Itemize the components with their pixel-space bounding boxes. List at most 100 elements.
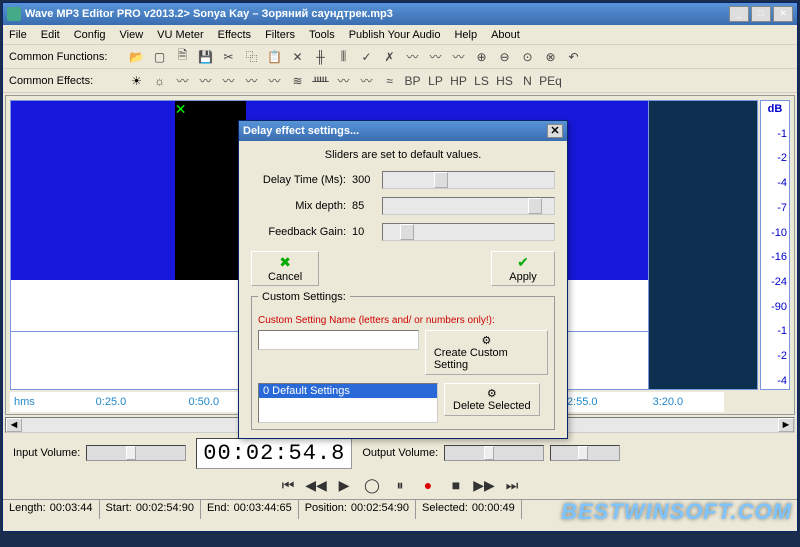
check-icon[interactable]: ✓ [359,49,374,64]
record-button[interactable]: ● [419,476,437,494]
filter-n[interactable]: N [520,73,535,88]
output-volume-slider[interactable] [444,445,544,461]
zoomin-icon[interactable]: ⊕ [474,49,489,64]
filter-hs[interactable]: HS [497,73,512,88]
titlebar[interactable]: Wave MP3 Editor PRO v2013.2> Sonya Kay –… [3,3,797,25]
effect10-icon[interactable]: 〰 [336,73,351,88]
effect4-icon[interactable]: 〰 [198,73,213,88]
playback-controls: ⏮ ◀◀ ▶ ◯ ⏸ ● ■ ▶▶ ⏭ [3,471,797,499]
create-custom-button[interactable]: ⚙ Create Custom Setting [425,330,548,375]
scroll-left-button[interactable]: ◄ [6,418,22,432]
cut-icon[interactable]: ✂ [221,49,236,64]
app-icon [7,7,21,21]
feedback-gain-slider[interactable] [382,223,555,241]
feedback-gain-label: Feedback Gain: [251,226,346,238]
status-start: 00:02:54:90 [136,502,194,517]
delete-icon[interactable]: ✕ [290,49,305,64]
effect1-icon[interactable]: ☀ [129,73,144,88]
apply-button[interactable]: ✔ Apply [491,251,555,286]
skip-end-button[interactable]: ⏭ [503,476,521,494]
dialog-close-button[interactable]: ✕ [547,124,563,138]
output-volume-slider-2[interactable] [550,445,620,461]
gear-icon: ⚙ [481,334,491,347]
open-icon[interactable]: 📂 [129,49,144,64]
delete-icon: ⚙ [487,387,497,400]
filter-bp[interactable]: BP [405,73,420,88]
selection-block[interactable] [175,101,246,280]
filter-lp[interactable]: LP [428,73,443,88]
menu-config[interactable]: Config [74,29,106,41]
wave3-icon[interactable]: 〰 [451,49,466,64]
wave2-icon[interactable]: 〰 [428,49,443,64]
toolbar-functions: Common Functions: 📂 ▢ 🗎 💾 ✂ ⿻ 📋 ✕ ╫ ⫼ ✓ … [3,45,797,69]
mix-depth-slider[interactable] [382,197,555,215]
new-icon[interactable]: ▢ [152,49,167,64]
menu-view[interactable]: View [120,29,144,41]
effect9-icon[interactable]: ᚊ [313,73,328,88]
db-scale: dB -1 -2 -4 -7 -10 -16 -24 -90 -1 -2 -4 [760,100,790,390]
zoomout-icon[interactable]: ⊖ [497,49,512,64]
stop-button[interactable]: ■ [447,476,465,494]
menu-filters[interactable]: Filters [265,29,295,41]
cancel-icon: ✖ [279,254,291,271]
forward-button[interactable]: ▶▶ [475,476,493,494]
waveform-preview[interactable] [648,100,758,390]
apply-icon: ✔ [517,254,529,271]
pause-button[interactable]: ⏸ [391,476,409,494]
menu-file[interactable]: File [9,29,27,41]
input-volume-slider[interactable] [86,445,186,461]
wave1-icon[interactable]: 〰 [405,49,420,64]
filter-ls[interactable]: LS [474,73,489,88]
scroll-right-button[interactable]: ► [778,418,794,432]
effect6-icon[interactable]: 〰 [244,73,259,88]
watermark: BESTWINSOFT.COM [561,499,792,525]
delay-time-slider[interactable] [382,171,555,189]
paste-icon[interactable]: 📋 [267,49,282,64]
effect12-icon[interactable]: ≈ [382,73,397,88]
settings-listbox[interactable]: 0 Default Settings [258,383,438,423]
select-icon[interactable]: ⫼ [336,49,351,64]
time-display: 00:02:54.8 [196,438,352,469]
delay-time-label: Delay Time (Ms): [251,174,346,186]
menu-vumeter[interactable]: VU Meter [157,29,203,41]
zoomfit-icon[interactable]: ⊙ [520,49,535,64]
menu-tools[interactable]: Tools [309,29,335,41]
play-button[interactable]: ▶ [335,476,353,494]
save-icon[interactable]: 💾 [198,49,213,64]
menu-about[interactable]: About [491,29,520,41]
copy-icon[interactable]: ⿻ [244,49,259,64]
minimize-button[interactable]: _ [729,6,749,22]
mix-depth-label: Mix depth: [251,200,346,212]
menu-effects[interactable]: Effects [218,29,251,41]
menubar: File Edit Config View VU Meter Effects F… [3,25,797,45]
menu-edit[interactable]: Edit [41,29,60,41]
effect8-icon[interactable]: ≋ [290,73,305,88]
effect7-icon[interactable]: 〰 [267,73,282,88]
custom-name-input[interactable] [258,330,419,350]
list-item[interactable]: 0 Default Settings [259,384,437,398]
menu-publish[interactable]: Publish Your Audio [349,29,441,41]
dialog-titlebar[interactable]: Delay effect settings... ✕ [239,121,567,141]
status-end: 00:03:44:65 [234,502,292,517]
rewind-button[interactable]: ◀◀ [307,476,325,494]
maximize-button[interactable]: □ [751,6,771,22]
zoomsel-icon[interactable]: ⊗ [543,49,558,64]
controls-row: Input Volume: 00:02:54.8 Output Volume: [3,435,797,471]
delay-effect-dialog: Delay effect settings... ✕ Sliders are s… [238,120,568,439]
effect5-icon[interactable]: 〰 [221,73,236,88]
close-button[interactable]: ✕ [773,6,793,22]
undo-icon[interactable]: ↶ [566,49,581,64]
cancel-button[interactable]: ✖ Cancel [251,251,319,286]
effect2-icon[interactable]: ☼ [152,73,167,88]
menu-help[interactable]: Help [454,29,477,41]
document-icon[interactable]: 🗎 [175,49,190,64]
filter-peq[interactable]: PEq [543,73,558,88]
loop-button[interactable]: ◯ [363,476,381,494]
filter-hp[interactable]: HP [451,73,466,88]
trim-icon[interactable]: ╫ [313,49,328,64]
skip-start-button[interactable]: ⏮ [279,476,297,494]
effect11-icon[interactable]: 〰 [359,73,374,88]
effect3-icon[interactable]: 〰 [175,73,190,88]
uncheck-icon[interactable]: ✗ [382,49,397,64]
delete-selected-button[interactable]: ⚙ Delete Selected [444,383,540,416]
